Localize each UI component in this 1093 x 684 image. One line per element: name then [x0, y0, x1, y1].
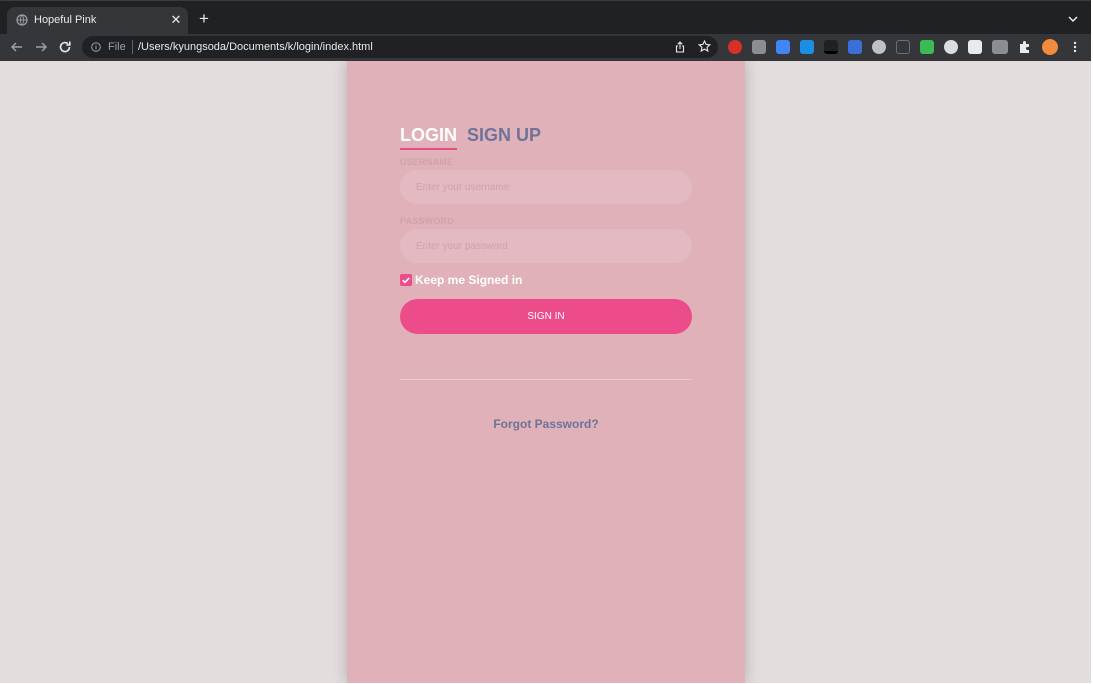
gray-extension-icon[interactable]: [752, 40, 766, 54]
info-icon[interactable]: [91, 42, 101, 52]
tab-signup[interactable]: SIGN UP: [467, 125, 541, 146]
more-menu-icon[interactable]: [1068, 40, 1082, 54]
url-text[interactable]: /Users/kyungsoda/Documents/k/login/index…: [138, 41, 373, 53]
password-input[interactable]: [400, 229, 692, 263]
forgot-password-link[interactable]: Forgot Password?: [400, 417, 692, 431]
outline-extension-icon[interactable]: [896, 40, 910, 54]
url-separator: [132, 40, 133, 54]
green-extension-icon[interactable]: [920, 40, 934, 54]
reload-icon[interactable]: [57, 39, 73, 55]
screen-extension-icon[interactable]: [992, 40, 1008, 54]
keep-signed-in-label[interactable]: Keep me Signed in: [415, 273, 522, 287]
url-scheme: File: [108, 41, 126, 53]
font-extension-icon[interactable]: [848, 40, 862, 54]
close-tab-icon[interactable]: ✕: [169, 13, 183, 27]
browser-toolbar: File /Users/kyungsoda/Documents/k/login/…: [0, 34, 1091, 61]
username-input[interactable]: [400, 170, 692, 204]
dark-extension-icon[interactable]: [824, 40, 838, 54]
red-extension-icon[interactable]: [728, 40, 742, 54]
chevron-down-icon[interactable]: [1066, 14, 1080, 24]
share-icon[interactable]: [674, 41, 686, 53]
browser-tab[interactable]: Hopeful Pink ✕: [7, 7, 188, 35]
address-bar[interactable]: File /Users/kyungsoda/Documents/k/login/…: [82, 36, 718, 58]
username-label: USERNAME: [400, 157, 454, 167]
chrome-extension-icon[interactable]: [872, 40, 886, 54]
sign-in-button[interactable]: SIGN IN: [400, 299, 692, 334]
browser-tab-bar: Hopeful Pink ✕ +: [0, 0, 1091, 35]
folder-extension-icon[interactable]: [800, 40, 814, 54]
tab-title: Hopeful Pink: [34, 14, 97, 26]
translate-extension-icon[interactable]: [776, 40, 790, 54]
bookmark-star-icon[interactable]: [698, 40, 711, 53]
login-card: LOGIN SIGN UP USERNAME PASSWORD Keep me …: [347, 61, 745, 683]
checkbox-checked-icon[interactable]: [400, 274, 412, 286]
page-viewport: LOGIN SIGN UP USERNAME PASSWORD Keep me …: [0, 61, 1091, 683]
divider: [400, 379, 692, 380]
circle-extension-icon[interactable]: [944, 40, 958, 54]
globe-icon: [16, 14, 28, 26]
tab-login[interactable]: LOGIN: [400, 125, 457, 150]
new-tab-button[interactable]: +: [196, 10, 212, 27]
profile-avatar[interactable]: [1042, 39, 1058, 55]
forward-arrow-icon[interactable]: [33, 39, 49, 55]
back-arrow-icon[interactable]: [9, 39, 25, 55]
password-label: PASSWORD: [400, 216, 454, 226]
window-extension-icon[interactable]: [968, 40, 982, 54]
puzzle-icon[interactable]: [1018, 40, 1032, 54]
